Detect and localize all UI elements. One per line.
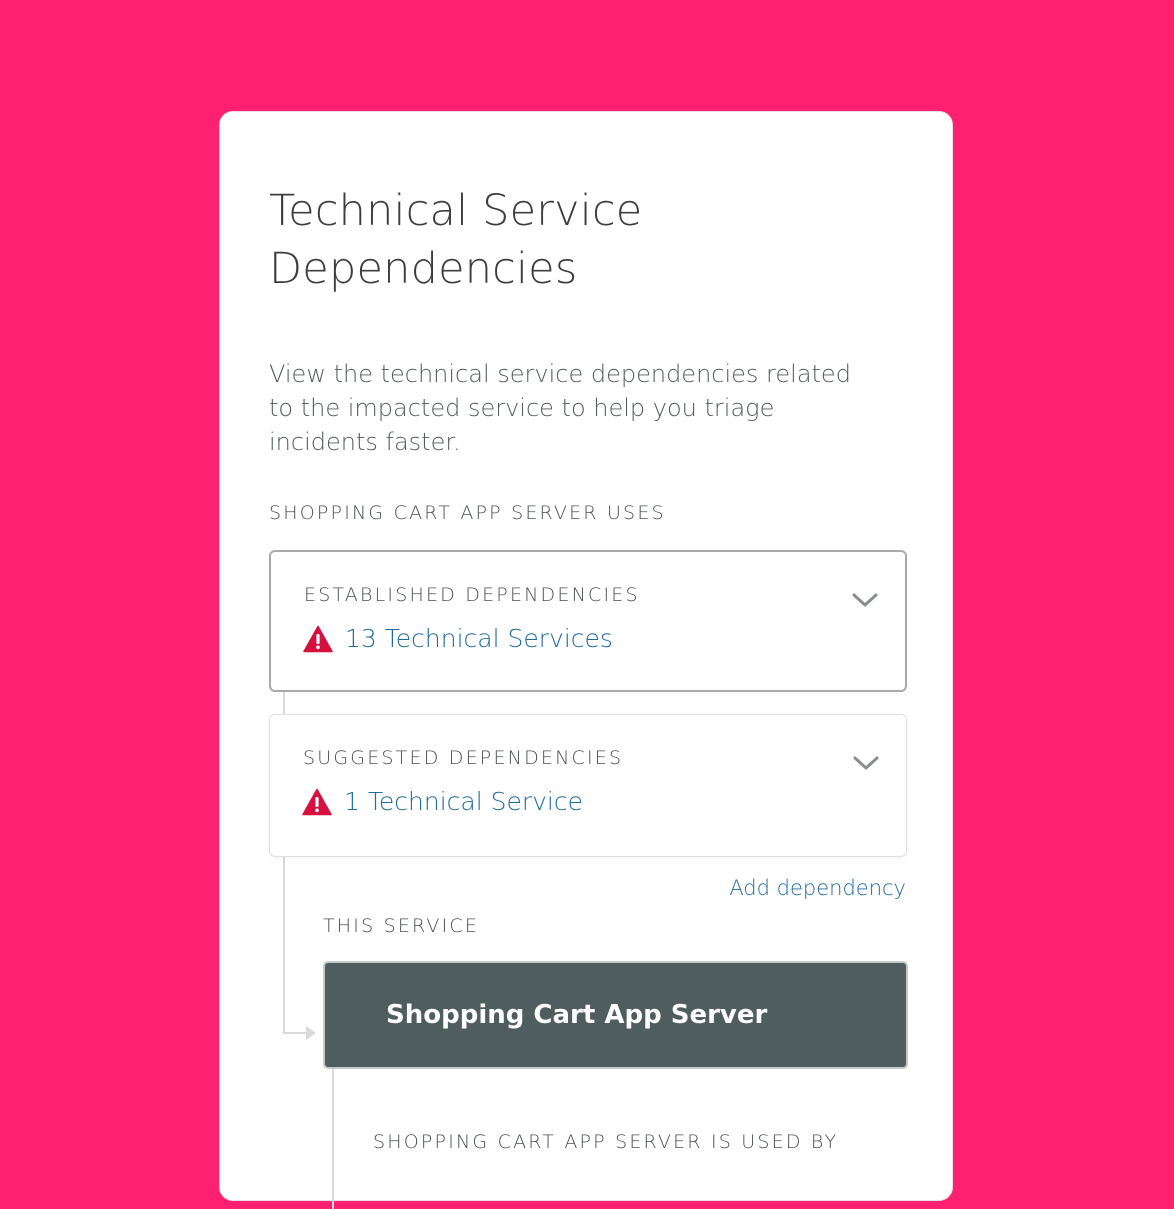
connector-line [283,692,285,714]
suggested-dependencies-panel[interactable]: SUGGESTED DEPENDENCIES 1 Technical Servi… [269,714,907,857]
suggested-count: 1 Technical Service [302,787,583,816]
established-dependencies-panel[interactable]: ESTABLISHED DEPENDENCIES 13 Technical Se… [269,550,907,692]
suggested-count-link[interactable]: 1 Technical Service [344,787,583,816]
established-count: 13 Technical Services [303,624,613,653]
card-title-line1: Technical Service [269,186,643,236]
card-title: Technical Service Dependencies [269,182,789,298]
chevron-down-icon[interactable] [852,753,880,773]
this-service-label: THIS SERVICE [323,915,480,937]
this-service-box[interactable]: Shopping Cart App Server [323,961,908,1069]
established-dependencies-label: ESTABLISHED DEPENDENCIES [304,584,640,606]
uses-section-label: SHOPPING CART APP SERVER USES [269,502,666,524]
used-by-section-label: SHOPPING CART APP SERVER IS USED BY [373,1131,839,1153]
suggested-dependencies-label: SUGGESTED DEPENDENCIES [303,747,624,769]
dependencies-card: Technical Service Dependencies View the … [219,111,953,1209]
add-dependency-link[interactable]: Add dependency [729,876,906,900]
warning-triangle-icon [303,625,333,652]
card-description: View the technical service dependencies … [269,360,851,456]
warning-triangle-icon [302,788,332,815]
chevron-down-icon[interactable] [851,590,879,610]
card-title-line2: Dependencies [269,244,578,294]
connector-line [332,1069,334,1209]
connector-arrow-icon [306,1026,316,1040]
established-count-link[interactable]: 13 Technical Services [345,624,613,653]
service-name: Shopping Cart App Server [386,1000,768,1030]
connector-line [283,857,285,1034]
